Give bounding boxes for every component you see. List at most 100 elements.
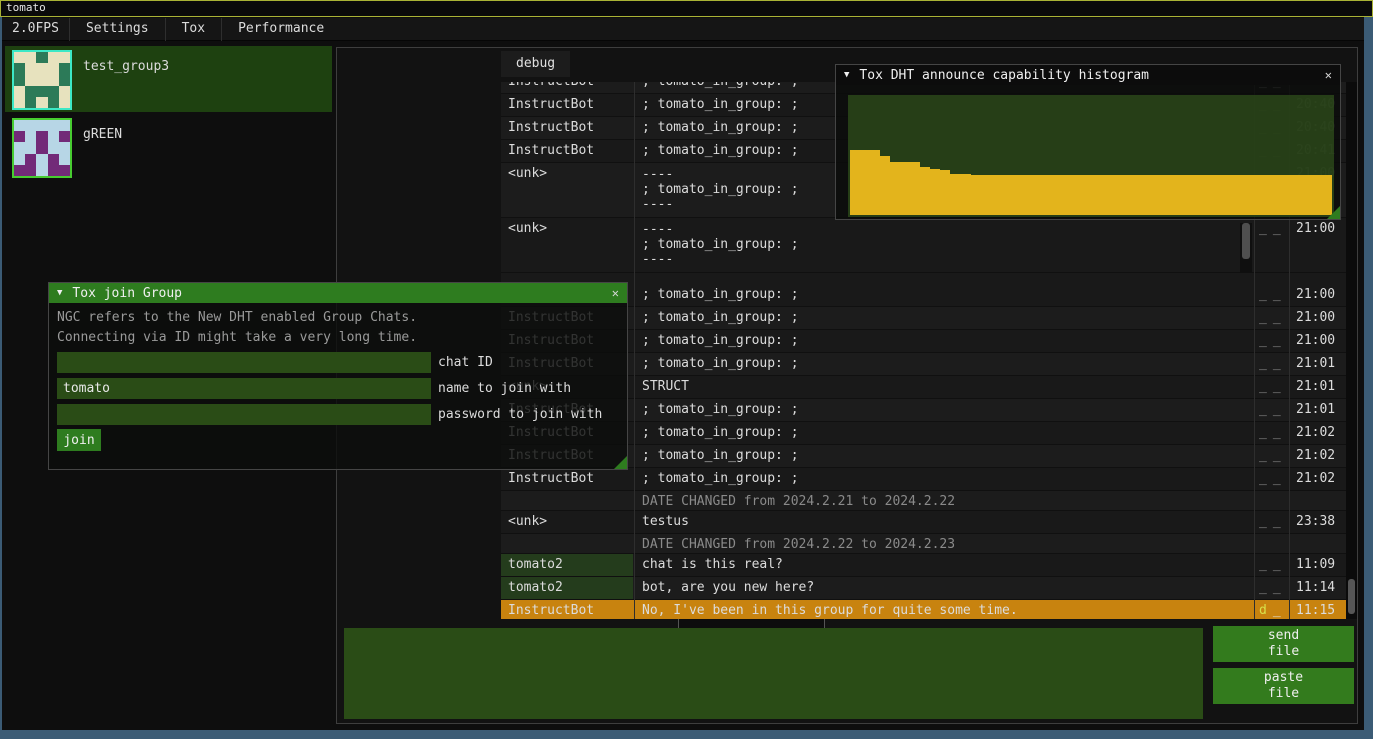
date-separator-row[interactable]: DATE CHANGED from 2024.2.22 to 2024.2.23 (501, 534, 1346, 554)
message-text: ; tomato_in_group: ; (635, 353, 1251, 375)
chat-message-row[interactable]: tomato2chat is this real?__11:09 (501, 554, 1346, 577)
join-name-label: name to join with (438, 378, 571, 399)
sender-name: InstructBot (501, 468, 633, 490)
group-item-test_group3[interactable]: test_group3 (5, 46, 332, 112)
resize-grip[interactable] (614, 456, 627, 469)
chat-scrollbar[interactable] (1346, 82, 1357, 619)
join-group-titlebar[interactable]: ▼ Tox join Group ✕ (49, 283, 627, 303)
message-flags: __ (1256, 445, 1290, 467)
message-text: No, I've been in this group for quite so… (635, 600, 1251, 619)
join-group-window: ▼ Tox join Group ✕ NGC refers to the New… (48, 282, 628, 470)
message-input[interactable] (344, 628, 1203, 719)
paste-file-button[interactable]: paste file (1213, 668, 1354, 704)
message-flags: __ (1256, 554, 1290, 576)
menu-item-tox[interactable]: Tox (166, 18, 221, 41)
chat-inner-scrollbar[interactable] (1240, 223, 1252, 273)
column-separator[interactable] (634, 82, 635, 619)
wm-titlebar[interactable]: tomato (0, 0, 1373, 17)
join-group-title: Tox join Group (72, 286, 182, 301)
sender-name: InstructBot (501, 94, 633, 116)
message-flags: __ (1256, 353, 1290, 375)
message-flags: __ (1256, 218, 1290, 272)
group-name: gREEN (83, 127, 122, 142)
sender-name: InstructBot (501, 140, 633, 162)
chat-inner-scrollbar-grab[interactable] (1242, 223, 1250, 259)
join-info-line-1: NGC refers to the New DHT enabled Group … (49, 310, 425, 325)
message-text: STRUCT (635, 376, 1251, 398)
collapse-icon[interactable]: ▼ (57, 288, 62, 298)
message-timestamp: 11:14 (1290, 577, 1346, 599)
group-name: test_group3 (83, 59, 169, 74)
message-flags: __ (1256, 577, 1290, 599)
chat-message-row[interactable]: InstructBot; tomato_in_group: ;__21:02 (501, 468, 1346, 491)
message-flags: d_ (1256, 600, 1290, 619)
group-item-gREEN[interactable]: gREEN (5, 114, 332, 180)
menu-bar: 2.0FPS SettingsToxPerformance (2, 18, 1364, 41)
chat-tabbar: debug (501, 51, 570, 81)
chat-message-row[interactable]: InstructBotNo, I've been in this group f… (501, 600, 1346, 619)
message-flags: __ (1256, 284, 1290, 306)
message-timestamp: 21:01 (1290, 376, 1346, 398)
join-name-input[interactable] (57, 378, 431, 399)
join-password-input[interactable] (57, 404, 431, 425)
message-timestamp: 11:09 (1290, 554, 1346, 576)
fps-indicator: 2.0FPS (2, 18, 69, 40)
message-flags: __ (1256, 511, 1290, 533)
chat-id-input[interactable] (57, 352, 431, 373)
join-password-label: password to join with (438, 404, 602, 425)
date-changed-text: DATE CHANGED from 2024.2.21 to 2024.2.22 (635, 491, 1251, 510)
message-timestamp: 11:15 (1290, 600, 1346, 619)
chat-scrollbar-grab[interactable] (1348, 579, 1355, 614)
message-timestamp: 21:00 (1290, 218, 1346, 272)
message-timestamp: 21:00 (1290, 330, 1346, 352)
dht-histogram-titlebar[interactable]: ▼ Tox DHT announce capability histogram … (836, 65, 1340, 85)
sender-name: <unk> (501, 511, 633, 533)
message-timestamp: 21:02 (1290, 445, 1346, 467)
join-info-line-2: Connecting via ID might take a very long… (49, 330, 425, 345)
group-avatar (12, 118, 72, 178)
message-timestamp: 21:00 (1290, 307, 1346, 329)
message-text: ; tomato_in_group: ; (635, 468, 1251, 490)
wm-title: tomato (6, 1, 46, 14)
chat-id-label: chat ID (438, 352, 493, 373)
join-button[interactable]: join (57, 429, 101, 451)
message-text: ---- ; tomato_in_group: ; ---- (635, 218, 1251, 272)
message-timestamp: 23:38 (1290, 511, 1346, 533)
close-icon[interactable]: ✕ (1325, 68, 1332, 82)
sender-name: InstructBot (501, 600, 633, 619)
message-timestamp: 21:02 (1290, 468, 1346, 490)
sender-name: InstructBot (501, 82, 633, 93)
resize-grip[interactable] (1327, 206, 1340, 219)
menu-item-settings[interactable]: Settings (70, 18, 165, 41)
message-text: ; tomato_in_group: ; (635, 445, 1251, 467)
chat-message-row[interactable]: tomato2bot, are you new here?__11:14 (501, 577, 1346, 600)
message-flags: __ (1256, 307, 1290, 329)
sender-name: tomato2 (501, 577, 633, 599)
send-file-button[interactable]: send file (1213, 626, 1354, 662)
sender-name: tomato2 (501, 554, 633, 576)
menu-item-performance[interactable]: Performance (222, 18, 340, 41)
message-text: bot, are you new here? (635, 577, 1251, 599)
message-flags: __ (1256, 330, 1290, 352)
message-flags: __ (1256, 422, 1290, 444)
close-icon[interactable]: ✕ (612, 286, 619, 300)
message-text: ; tomato_in_group: ; (635, 422, 1251, 444)
histogram-bars (850, 97, 1332, 215)
collapse-icon[interactable]: ▼ (844, 70, 849, 80)
message-text: chat is this real? (635, 554, 1251, 576)
chat-message-row[interactable]: <unk>---- ; tomato_in_group: ; ----__21:… (501, 218, 1346, 273)
tab-debug[interactable]: debug (501, 51, 570, 77)
date-separator-row[interactable]: DATE CHANGED from 2024.2.21 to 2024.2.22 (501, 491, 1346, 511)
histogram-plot (848, 95, 1334, 217)
message-flags: __ (1256, 468, 1290, 490)
sender-name: InstructBot (501, 117, 633, 139)
message-timestamp: 21:02 (1290, 422, 1346, 444)
message-timestamp: 21:01 (1290, 399, 1346, 421)
message-flags: __ (1256, 399, 1290, 421)
message-text: ; tomato_in_group: ; (635, 284, 1251, 306)
message-timestamp: 21:00 (1290, 284, 1346, 306)
message-text: ; tomato_in_group: ; (635, 399, 1251, 421)
chat-message-row[interactable]: <unk>testus__23:38 (501, 511, 1346, 534)
message-text: ; tomato_in_group: ; (635, 307, 1251, 329)
message-timestamp: 21:01 (1290, 353, 1346, 375)
